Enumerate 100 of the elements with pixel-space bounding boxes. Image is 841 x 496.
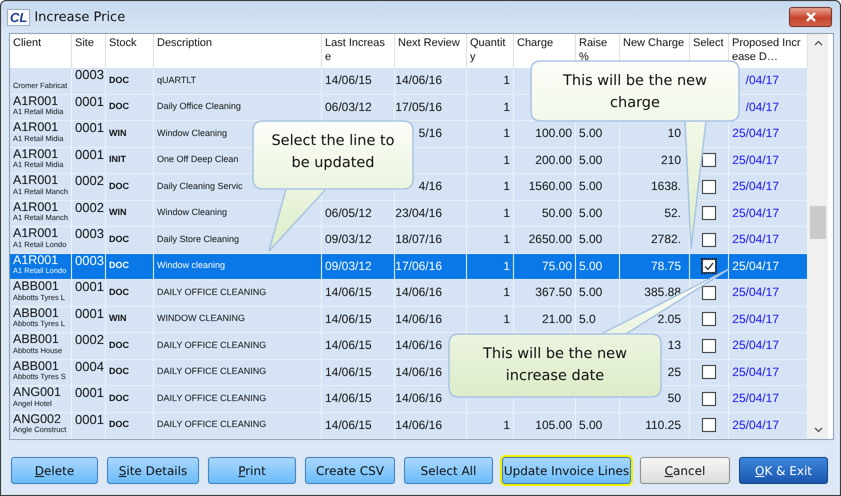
table-cell: 2.05 (658, 312, 681, 326)
table-cell: 50 (668, 392, 681, 406)
client-code: A1R001 (13, 148, 60, 162)
table-cell: 0001 (75, 386, 104, 400)
table-cell: DOC (109, 182, 129, 192)
table-cell: 0001 (75, 412, 104, 427)
table-cell: 25/04/17 (732, 339, 779, 352)
table-cell: 0001 (75, 280, 104, 294)
client-code: A1R001 (13, 200, 60, 214)
table-cell: 0001 (75, 94, 104, 109)
table-cell: INIT (109, 155, 126, 166)
table-cell: 17/05/16 (395, 100, 442, 114)
client-code: A1R001 (13, 94, 60, 108)
table-cell: 09/03/12 (325, 233, 372, 246)
table-cell: 25/04/17 (732, 154, 779, 167)
client-code: A1R001 (13, 121, 60, 135)
table-cell: 14/06/15 (325, 339, 372, 352)
table-cell: 14/06/16 (395, 339, 442, 352)
table-cell: 1 (503, 127, 510, 140)
table-cell: 18/07/16 (395, 233, 442, 246)
table-cell: 25/04/17 (732, 233, 779, 246)
table-cell: 06/05/12 (325, 206, 372, 220)
table-cell: 10 (668, 127, 681, 140)
table-cell: DAILY OFFICE CLEANING (157, 367, 266, 378)
table-cell: WIN (109, 208, 126, 218)
table-cell: 14/06/15 (325, 366, 372, 379)
table-cell: 2782. (650, 233, 681, 246)
table-cell: 5/16 (418, 127, 442, 140)
table-cell: 1 (503, 154, 510, 167)
table-cell: 25/04/17 (732, 206, 779, 220)
table-cell: 0002 (75, 200, 104, 215)
table-cell: Window Cleaning (157, 208, 228, 218)
table-cell: 110.25 (645, 418, 681, 432)
table-cell: 06/03/12 (325, 100, 372, 114)
table-cell: 0003 (75, 254, 104, 268)
table-cell: 1638. (650, 180, 681, 194)
table-cell: One Off Deep Clean (157, 155, 238, 166)
client-code: A1R001 (13, 174, 60, 188)
table-cell: 210 (660, 154, 681, 167)
table-cell: 5.00 (579, 418, 602, 432)
table-cell: 23/04/16 (395, 206, 442, 220)
table-cell: Daily Office Cleaning (157, 102, 241, 112)
table-cell: 14/06/16 (395, 418, 442, 432)
table-cell: 14/06/15 (325, 286, 372, 300)
table-cell: 25/04/17 (732, 418, 779, 432)
table-cell: 75.00 (542, 260, 572, 273)
table-cell: 367.50 (535, 286, 572, 300)
table-cell: 25/04/17 (732, 286, 779, 300)
table-cell: DAILY OFFICE CLEANING (157, 288, 266, 298)
table-cell: 0001 (75, 306, 104, 321)
table-cell: 17/06/16 (395, 260, 442, 273)
table-cell: 385.88 (644, 286, 681, 300)
table-cell: 14/06/15 (325, 74, 372, 88)
client-code: A1R001 (13, 227, 60, 241)
table-cell: 1560.00 (528, 180, 572, 194)
table-cell: 09/03/12 (325, 260, 372, 273)
table-cell: 52. (664, 206, 681, 220)
client-code: ABB001 (13, 306, 60, 320)
table-cell: 0004 (75, 360, 104, 374)
table-cell: 1 (503, 100, 510, 114)
table-cell: 14/06/16 (395, 74, 442, 88)
table-cell: 50.00 (542, 206, 572, 220)
table-cell: 1 (503, 74, 510, 88)
table-cell: 1 (503, 206, 510, 220)
table-cell: 25/04/17 (732, 127, 779, 140)
table-cell: 0003 (75, 227, 104, 242)
table-cell: 1 (503, 180, 510, 194)
table-cell: 5.0 (579, 312, 596, 326)
table-cell: 25 (668, 366, 681, 379)
table-cell: 1 (503, 418, 510, 432)
client-code: ANG002 (13, 412, 62, 426)
table-cell: 25/04/17 (732, 180, 779, 194)
table-cell: 14/06/16 (395, 392, 442, 406)
table-cell: DOC (109, 76, 129, 86)
table-cell: 5.00 (579, 286, 602, 300)
table-cell: Daily Store Cleaning (157, 234, 240, 245)
table-cell: WIN (109, 128, 126, 139)
table-cell: 21.00 (542, 312, 572, 326)
table-cell: 4/16 (418, 180, 442, 194)
table-cell: 13 (668, 339, 681, 352)
client-code: ANG001 (13, 386, 61, 400)
table-cell: 25/04/17 (732, 312, 779, 326)
table-cell: WINDOW CLEANING (157, 314, 246, 324)
client-code: A1R001 (13, 254, 60, 268)
table-cell: 25/04/17 (732, 260, 779, 273)
window-title: Increase Price (34, 10, 126, 24)
table-cell: 14/06/16 (395, 286, 442, 300)
table-cell: 1 (503, 286, 510, 300)
tooltip-text: Select the line to be updated (270, 132, 396, 173)
table-cell: 5.00 (579, 260, 602, 273)
table-cell: Window Cleaning (157, 128, 228, 139)
app-logo: CL (7, 8, 30, 26)
table-cell: /04/17 (746, 100, 779, 114)
table-cell: 5.00 (579, 233, 602, 246)
table-cell: 5.00 (579, 154, 602, 167)
table-cell: 14/06/16 (395, 366, 442, 379)
table-cell: DAILY OFFICE CLEANING (157, 340, 266, 351)
client-code: ABB001 (13, 360, 60, 374)
table-cell: 14/06/16 (395, 312, 442, 326)
table-cell: DOC (109, 288, 129, 298)
